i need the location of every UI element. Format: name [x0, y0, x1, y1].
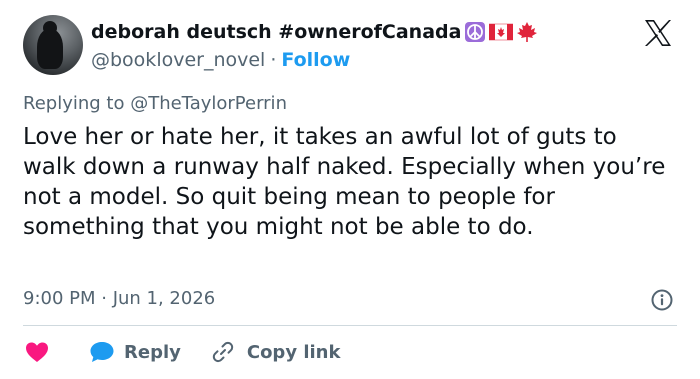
tweet-text: Love her or hate her, it takes an awful …: [23, 124, 666, 240]
link-icon: [212, 341, 234, 363]
author-handle[interactable]: @booklover_novel: [91, 49, 265, 71]
avatar[interactable]: [23, 15, 83, 75]
maple-leaf-icon: [516, 21, 538, 43]
reply-button[interactable]: Reply: [89, 340, 181, 364]
avatar-figure-head: [43, 21, 57, 35]
replying-to-text[interactable]: Replying to @TheTaylorPerrin: [23, 93, 287, 114]
copy-link-button[interactable]: Copy link: [211, 340, 341, 364]
action-bar: Reply Copy link: [23, 338, 340, 366]
reply-label: Reply: [124, 341, 181, 363]
author-display-name[interactable]: deborah deutsch #ownerofCanada: [91, 21, 461, 43]
info-icon[interactable]: [651, 289, 673, 311]
author-handle-row: @booklover_novel · Follow: [91, 47, 350, 73]
peace-symbol-icon: [464, 21, 486, 43]
x-logo-icon[interactable]: [643, 18, 673, 48]
separator-dot: ·: [270, 49, 277, 71]
reply-bubble-icon: [90, 342, 114, 362]
avatar-figure: [37, 29, 63, 69]
follow-button[interactable]: Follow: [281, 49, 350, 71]
copy-link-label: Copy link: [246, 341, 341, 363]
divider: [23, 325, 677, 326]
like-button[interactable]: [23, 341, 49, 363]
heart-icon: [26, 342, 48, 362]
author-name-row: deborah deutsch #ownerofCanada: [91, 19, 538, 45]
canada-flag-icon: [489, 23, 514, 41]
tweet-timestamp[interactable]: 9:00 PM · Jun 1, 2026: [23, 288, 215, 309]
